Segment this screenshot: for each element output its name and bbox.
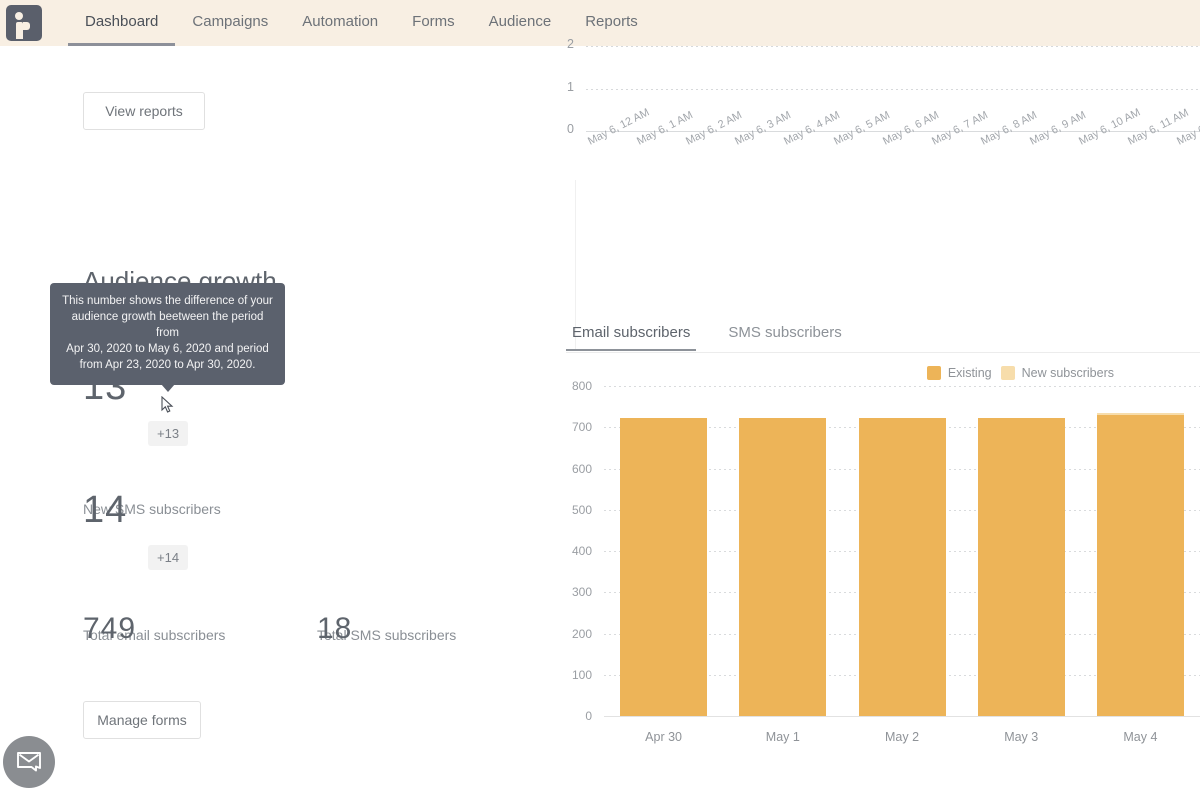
tooltip-line-2: audience growth beetween the period from bbox=[71, 311, 264, 339]
nav-item-reports[interactable]: Reports bbox=[568, 0, 655, 46]
left-panel: View reports Audience growth 13 +13 New … bbox=[0, 46, 575, 800]
x-axis-tick-label: May 4 bbox=[1123, 730, 1158, 744]
nav-item-forms[interactable]: Forms bbox=[395, 0, 472, 46]
legend-label: New subscribers bbox=[1021, 366, 1114, 380]
subscriber-tabs: Email subscribers SMS subscribers bbox=[566, 324, 874, 351]
gridline bbox=[586, 46, 1200, 47]
nav-item-label: Forms bbox=[412, 13, 455, 30]
nav-item-audience[interactable]: Audience bbox=[472, 0, 569, 46]
tab-sms-subscribers[interactable]: SMS subscribers bbox=[722, 324, 847, 351]
tab-label: Email subscribers bbox=[572, 324, 691, 341]
view-reports-button[interactable]: View reports bbox=[83, 92, 205, 130]
y-axis-tick-label: 200 bbox=[571, 626, 592, 641]
bar-group: Apr 30 May 1 May 2 May 3 May 4 bbox=[604, 386, 1200, 744]
bar-slot: May 3 bbox=[962, 386, 1081, 744]
envelope-icon bbox=[17, 752, 41, 772]
nav-item-label: Automation bbox=[302, 13, 379, 30]
total-email-subscribers-value: 749 bbox=[83, 612, 137, 645]
x-axis-tick-label: May 6, 4 AM bbox=[782, 109, 843, 148]
legend-swatch-icon bbox=[1000, 366, 1015, 380]
nav-item-label: Campaigns bbox=[192, 13, 269, 30]
bar-segment-existing bbox=[1096, 414, 1184, 716]
legend-item-existing: Existing bbox=[926, 366, 992, 380]
tooltip-line-1: This number shows the difference of your bbox=[62, 295, 273, 307]
x-axis-tick-label: Apr 30 bbox=[645, 730, 683, 744]
bar-segment-existing bbox=[620, 418, 708, 716]
bar[interactable] bbox=[858, 418, 946, 716]
new-sms-delta-badge[interactable]: +14 bbox=[148, 545, 189, 570]
nav-item-automation[interactable]: Automation bbox=[285, 0, 395, 46]
y-axis-tick-label: 1 bbox=[567, 79, 574, 94]
y-axis-tick-label: 300 bbox=[571, 585, 592, 600]
y-axis-tick-label: 800 bbox=[571, 379, 592, 393]
manage-forms-label: Manage forms bbox=[97, 712, 187, 728]
nav-item-dashboard[interactable]: Dashboard bbox=[68, 0, 176, 46]
bar[interactable] bbox=[977, 418, 1065, 716]
bar-segment-existing bbox=[977, 418, 1065, 716]
tabs-divider bbox=[566, 352, 1200, 353]
y-axis-tick-label: 2 bbox=[567, 37, 574, 51]
tooltip-line-3: Apr 30, 2020 to May 6, 2020 and period bbox=[66, 343, 269, 355]
y-axis-tick-label: 500 bbox=[571, 502, 592, 517]
x-axis-tick-label: May 1 bbox=[765, 730, 800, 744]
bar-slot: May 4 bbox=[1081, 386, 1200, 744]
subscribers-chart-card: Email subscribers SMS subscribers Existi… bbox=[548, 310, 1200, 780]
bar-slot: May 2 bbox=[842, 386, 961, 744]
bar-segment-existing bbox=[858, 418, 946, 716]
nav-item-label: Audience bbox=[488, 13, 552, 30]
audience-growth-delta-badge[interactable]: +13 bbox=[148, 421, 189, 446]
hourly-activity-chart: 0 1 2 May 6, 12 AM May 6, 1 AM May 6, 2 AM May… bbox=[548, 37, 1200, 186]
x-axis-tick-label: May 2 bbox=[884, 730, 920, 744]
brand-logo[interactable] bbox=[2, 1, 46, 45]
brand-logo-icon bbox=[6, 5, 42, 41]
x-axis-line bbox=[604, 716, 1200, 717]
gridline bbox=[586, 88, 1200, 90]
chart-legend: Existing New subscribers bbox=[926, 366, 1114, 380]
bar-segment-existing bbox=[739, 418, 827, 716]
y-axis-tick-label: 100 bbox=[571, 667, 592, 682]
total-sms-subscribers-value: 18 bbox=[317, 612, 353, 645]
tab-label: SMS subscribers bbox=[728, 324, 842, 341]
bar-slot: Apr 30 bbox=[604, 386, 723, 744]
bar-slot: May 1 bbox=[723, 386, 842, 744]
new-sms-subscribers-value: 14 bbox=[83, 489, 128, 531]
y-axis-tick-label: 0 bbox=[567, 122, 574, 136]
y-axis-tick-label: 400 bbox=[571, 544, 592, 558]
top-navigation-bar: Dashboard Campaigns Automation Forms Aud… bbox=[0, 0, 1200, 46]
bar-chart-plot: 0 100 200 300 400 500 600 700 800 Apr 30 May 1 May … bbox=[566, 379, 1200, 744]
nav-item-campaigns[interactable]: Campaigns bbox=[175, 0, 285, 46]
y-axis-tick-label: 0 bbox=[585, 709, 592, 723]
bar[interactable] bbox=[739, 418, 827, 716]
y-axis-tick-label: 600 bbox=[571, 461, 592, 476]
tab-email-subscribers[interactable]: Email subscribers bbox=[566, 324, 697, 351]
legend-label: Existing bbox=[947, 366, 992, 380]
tooltip-line-4: from Apr 23, 2020 to Apr 30, 2020. bbox=[79, 359, 256, 371]
manage-forms-button[interactable]: Manage forms bbox=[83, 701, 201, 739]
x-axis-tick-label: May 3 bbox=[1004, 730, 1039, 744]
chat-widget-button[interactable] bbox=[3, 736, 55, 788]
nav-item-label: Reports bbox=[585, 13, 638, 30]
dashboard-page: Dashboard Campaigns Automation Forms Aud… bbox=[0, 0, 1200, 800]
y-axis-tick-label: 700 bbox=[571, 420, 592, 435]
legend-item-new-subscribers: New subscribers bbox=[1000, 366, 1114, 380]
nav-item-label: Dashboard bbox=[85, 13, 159, 30]
mouse-cursor-icon bbox=[161, 395, 175, 414]
growth-tooltip: This number shows the difference of your… bbox=[50, 283, 285, 392]
bar[interactable] bbox=[620, 418, 708, 716]
x-axis-tick-label: May 6, bbox=[1175, 122, 1200, 148]
view-reports-label: View reports bbox=[105, 103, 183, 119]
bar[interactable] bbox=[1096, 412, 1184, 716]
legend-swatch-icon bbox=[926, 366, 941, 380]
